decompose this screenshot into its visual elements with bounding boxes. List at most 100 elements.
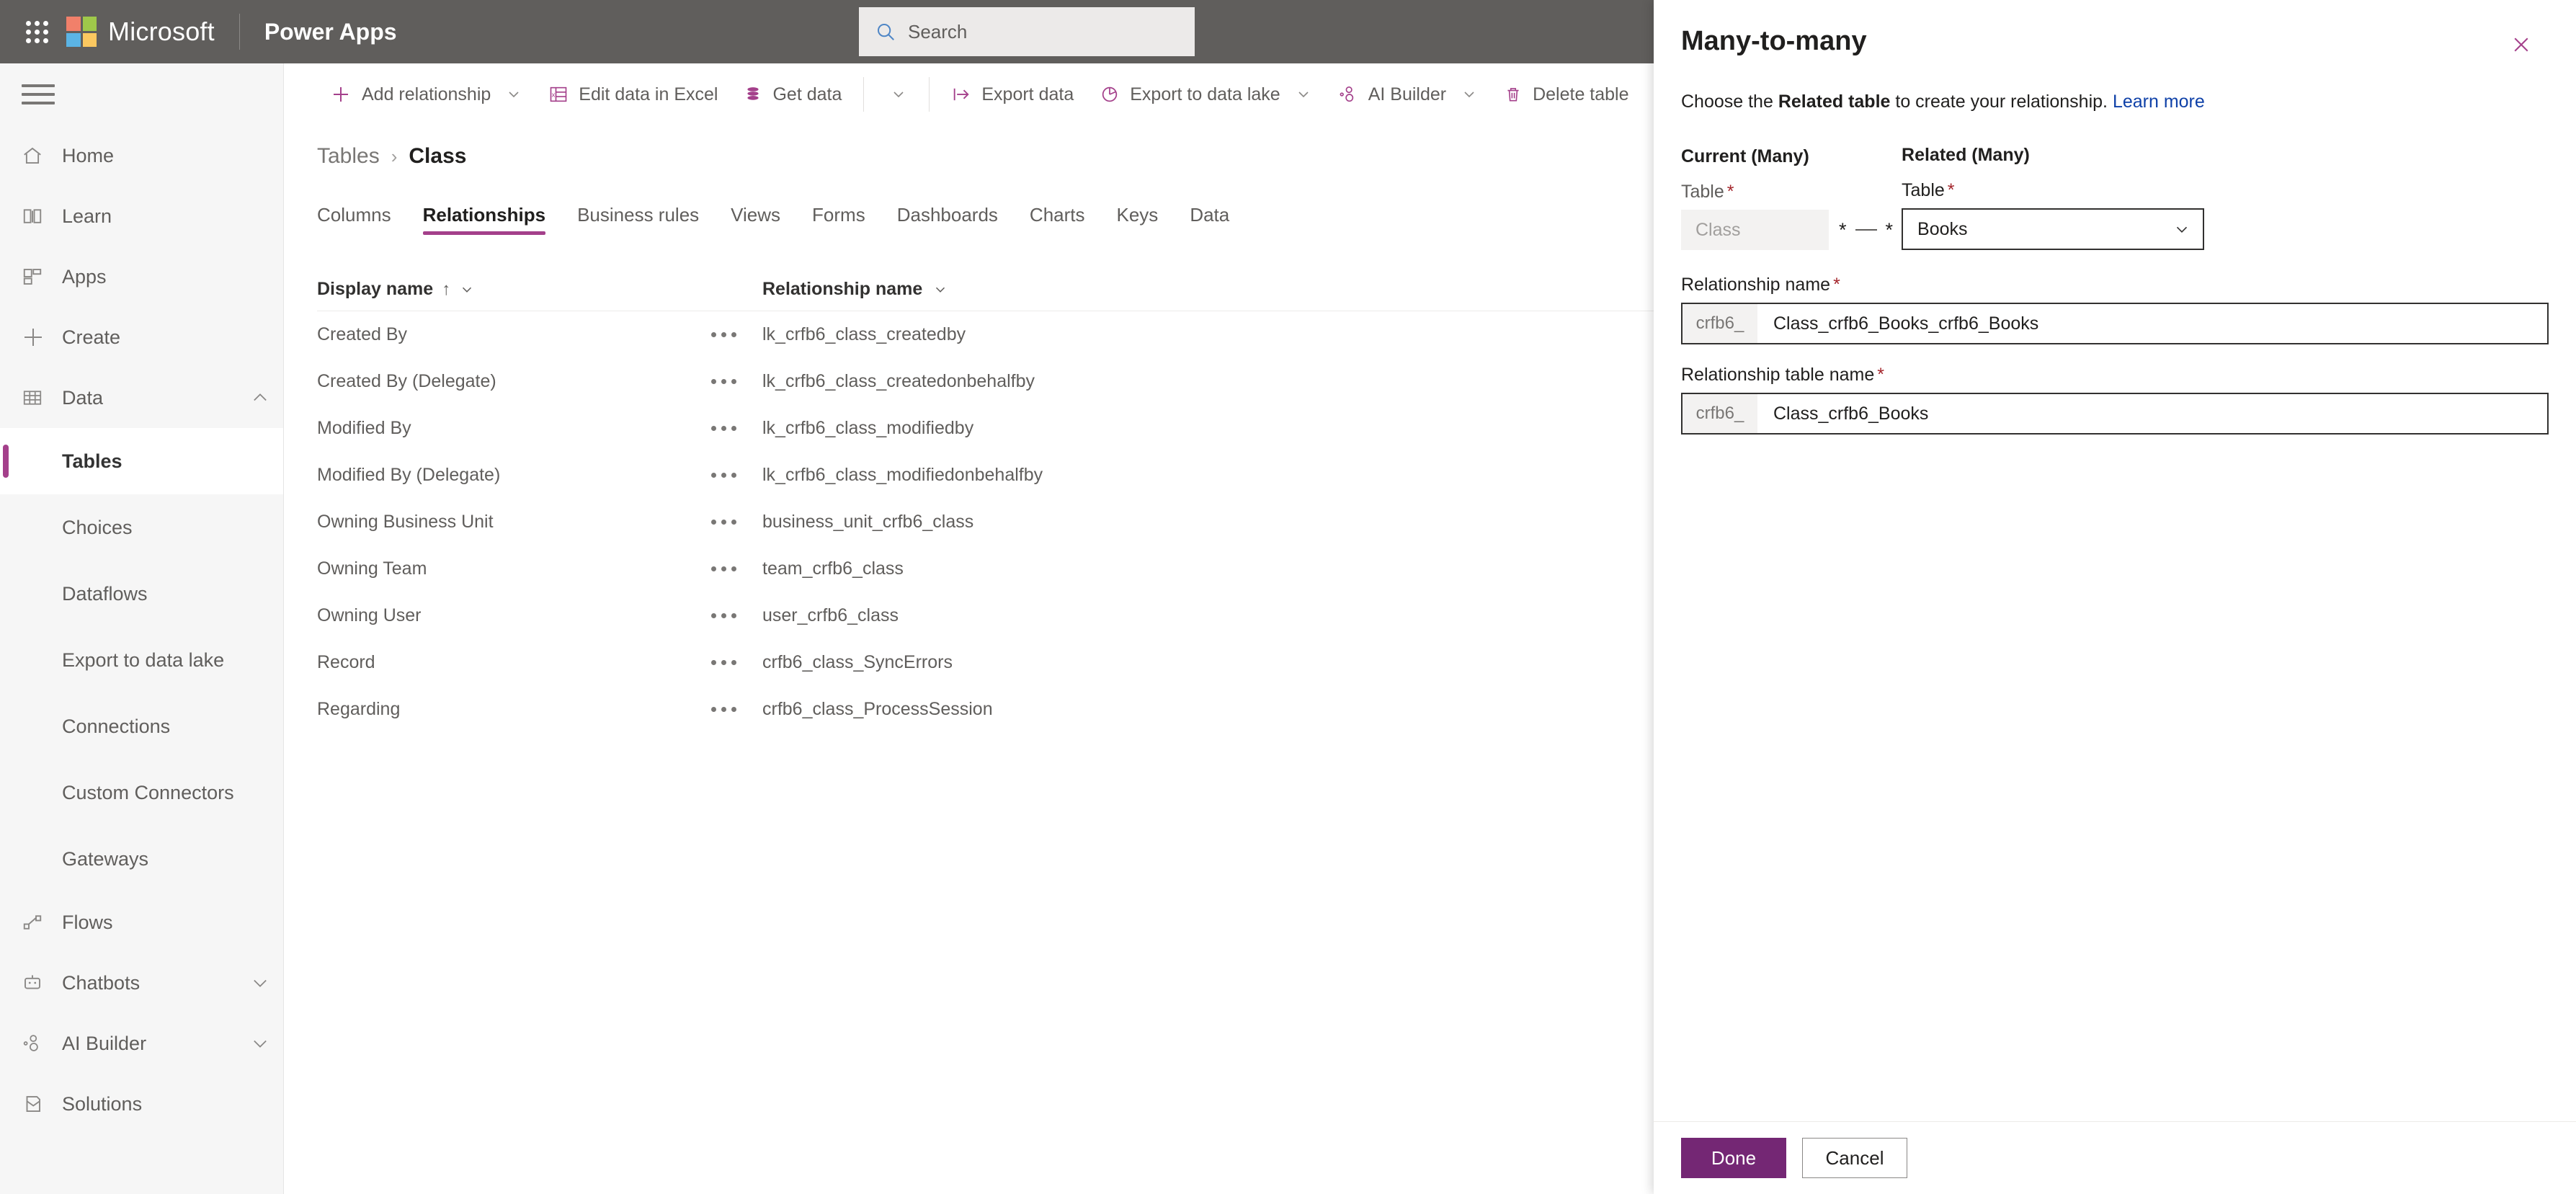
learn-more-link[interactable]: Learn more <box>2113 92 2205 112</box>
sidebar-item-connections[interactable]: Connections <box>0 693 283 759</box>
ai-builder-button[interactable]: AI Builder <box>1325 70 1491 119</box>
export-data-button[interactable]: Export data <box>938 70 1087 119</box>
sidebar-item-dataflows[interactable]: Dataflows <box>0 561 283 627</box>
cancel-button[interactable]: Cancel <box>1802 1138 1907 1178</box>
sidebar-item-export-to-data-lake[interactable]: Export to data lake <box>0 627 283 693</box>
cell-display-name: Regarding <box>317 699 401 719</box>
row-more-actions-icon[interactable] <box>685 566 762 571</box>
current-table-value: Class <box>1695 219 1741 240</box>
solution-icon <box>22 1093 62 1115</box>
breadcrumb-parent[interactable]: Tables <box>317 144 380 169</box>
tab-charts[interactable]: Charts <box>1030 204 1085 235</box>
row-more-actions-icon[interactable] <box>685 613 762 618</box>
chevron-down-icon[interactable] <box>237 973 283 993</box>
table-row[interactable]: Created By lk_crfb6_class_createdby <box>317 311 1657 358</box>
row-more-actions-icon[interactable] <box>685 660 762 665</box>
sidebar-item-ai-builder[interactable]: AI Builder <box>0 1013 283 1074</box>
ellipsis-icon <box>710 613 736 618</box>
sidebar-item-create[interactable]: Create <box>0 307 283 367</box>
table-row[interactable]: Created By (Delegate) lk_crfb6_class_crea… <box>317 358 1657 405</box>
ai-icon <box>1338 84 1358 104</box>
row-more-actions-icon[interactable] <box>685 332 762 337</box>
chevron-down-icon[interactable] <box>1295 86 1312 103</box>
column-header-display-name[interactable]: Display name ↑ <box>317 279 685 300</box>
sidebar-item-gateways[interactable]: Gateways <box>0 826 283 892</box>
sidebar-item-learn[interactable]: Learn <box>0 186 283 246</box>
cell-relationship-name: team_crfb6_class <box>762 558 904 579</box>
sidebar-item-home[interactable]: Home <box>0 125 283 186</box>
chevron-up-icon[interactable] <box>237 388 283 408</box>
sidebar-item-label: Export to data lake <box>62 649 225 671</box>
relationship-name-input[interactable]: crfb6_ Class_crfb6_Books_crfb6_Books <box>1681 303 2549 344</box>
cell-relationship-name: lk_crfb6_class_createdby <box>762 324 966 344</box>
ellipsis-icon <box>710 379 736 384</box>
table-row[interactable]: Record crfb6_class_SyncErrors <box>317 639 1657 686</box>
row-more-actions-icon[interactable] <box>685 379 762 384</box>
microsoft-logo[interactable]: Microsoft <box>66 17 215 47</box>
sidebar-item-chatbots[interactable]: Chatbots <box>0 953 283 1013</box>
chevron-down-icon[interactable] <box>2172 220 2191 239</box>
description-prefix: Choose the <box>1681 92 1778 112</box>
related-table-select[interactable]: Books <box>1902 208 2205 250</box>
export-to-data-lake-button[interactable]: Export to data lake <box>1087 70 1324 119</box>
table-row[interactable]: Owning Team team_crfb6_class <box>317 545 1657 592</box>
excel-icon: x <box>548 84 569 104</box>
brand-label: Microsoft <box>108 17 215 46</box>
close-icon[interactable] <box>2503 26 2540 63</box>
chevron-down-icon[interactable] <box>1461 86 1478 103</box>
column-header-relationship-name[interactable]: Relationship name <box>762 279 1657 300</box>
sidebar-item-flows[interactable]: Flows <box>0 892 283 953</box>
table-row[interactable]: Modified By (Delegate) lk_crfb6_class_mod… <box>317 452 1657 499</box>
cell-relationship-name: crfb6_class_SyncErrors <box>762 652 953 672</box>
sidebar-item-label: Connections <box>62 715 171 737</box>
tab-views[interactable]: Views <box>731 204 780 235</box>
chevron-down-icon[interactable] <box>505 86 522 103</box>
chevron-down-icon[interactable] <box>459 282 475 298</box>
cell-relationship-name: business_unit_crfb6_class <box>762 512 974 532</box>
tab-forms[interactable]: Forms <box>812 204 865 235</box>
ellipsis-icon <box>710 707 736 712</box>
tab-relationships[interactable]: Relationships <box>422 204 546 235</box>
table-row[interactable]: Owning Business Unit business_unit_crfb6_… <box>317 499 1657 545</box>
command-label: Edit data in Excel <box>579 84 718 104</box>
add-relationship-button[interactable]: Add relationship <box>317 70 535 119</box>
sidebar-item-solutions[interactable]: Solutions <box>0 1074 283 1134</box>
sidebar-item-label: Solutions <box>62 1092 143 1115</box>
relationship-table-name-value: Class_crfb6_Books <box>1773 403 1929 424</box>
home-icon <box>22 145 62 166</box>
sidebar-item-label: Create <box>62 326 121 348</box>
tab-business-rules[interactable]: Business rules <box>577 204 699 235</box>
tab-columns[interactable]: Columns <box>317 204 391 235</box>
sidebar-item-tables[interactable]: Tables <box>0 428 283 494</box>
sidebar-item-apps[interactable]: Apps <box>0 246 283 307</box>
chevron-down-icon[interactable] <box>237 1033 283 1053</box>
sidebar-item-choices[interactable]: Choices <box>0 494 283 561</box>
row-more-actions-icon[interactable] <box>685 473 762 478</box>
sidebar-item-data[interactable]: Data <box>0 367 283 428</box>
row-more-actions-icon[interactable] <box>685 707 762 712</box>
delete-table-button[interactable]: Delete table <box>1491 70 1641 119</box>
tab-data[interactable]: Data <box>1190 204 1229 235</box>
edit-data-in-excel-button[interactable]: x Edit data in Excel <box>535 70 731 119</box>
microsoft-logo-icon <box>66 17 97 47</box>
row-more-actions-icon[interactable] <box>685 426 762 431</box>
get-data-button[interactable]: Get data <box>731 70 855 119</box>
tab-keys[interactable]: Keys <box>1117 204 1159 235</box>
required-marker: * <box>1877 365 1884 385</box>
cell-display-name: Owning Team <box>317 558 427 579</box>
row-more-actions-icon[interactable] <box>685 520 762 525</box>
done-button[interactable]: Done <box>1681 1138 1786 1178</box>
table-row[interactable]: Modified By lk_crfb6_class_modifiedby <box>317 405 1657 452</box>
sidebar-item-custom-connectors[interactable]: Custom Connectors <box>0 759 283 826</box>
table-row[interactable]: Owning User user_crfb6_class <box>317 592 1657 639</box>
tab-dashboards[interactable]: Dashboards <box>897 204 998 235</box>
relationship-table-name-input[interactable]: crfb6_ Class_crfb6_Books <box>1681 393 2549 435</box>
sidebar-item-label: Choices <box>62 516 133 538</box>
hamburger-menu-icon[interactable] <box>0 63 283 125</box>
get-data-chevron-button[interactable] <box>873 70 920 119</box>
table-row[interactable]: Regarding crfb6_class_ProcessSession <box>317 686 1657 733</box>
chevron-down-icon[interactable] <box>932 282 948 298</box>
app-launcher-icon[interactable] <box>20 15 53 48</box>
search-input[interactable]: Search <box>859 7 1195 56</box>
apps-grid-icon <box>22 266 62 288</box>
